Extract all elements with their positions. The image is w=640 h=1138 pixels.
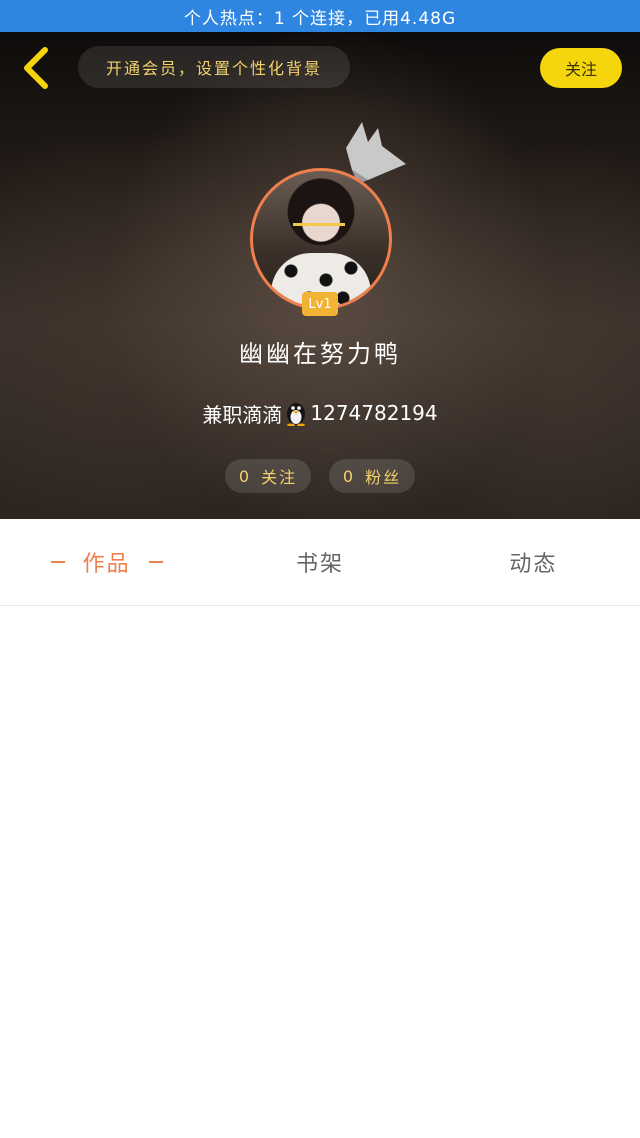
follow-button[interactable]: 关注: [540, 48, 622, 88]
chevron-left-icon: [24, 47, 48, 89]
bio-prefix: 兼职滴滴: [202, 402, 283, 427]
tab-activity-label: 动态: [509, 552, 558, 577]
level-badge: Lv1: [302, 292, 338, 316]
status-bar: 个人热点：1 个连接，已用4.48G: [0, 0, 640, 32]
following-label: 关注: [261, 468, 298, 487]
avatar-accent-line: [293, 223, 345, 226]
tab-content: [0, 606, 640, 1138]
vip-banner-text: 开通会员，设置个性化背景: [105, 59, 322, 78]
following-count: 0: [238, 466, 252, 486]
profile-tabs: 作品 书架 动态: [0, 519, 640, 606]
vip-background-banner[interactable]: 开通会员，设置个性化背景: [78, 46, 350, 88]
avatar[interactable]: [250, 168, 392, 310]
bio-number: 1274782194: [310, 401, 438, 425]
following-count-button[interactable]: 0 关注: [225, 459, 311, 493]
profile-bio: 兼职滴滴 1274782194: [0, 396, 640, 430]
back-button[interactable]: [14, 46, 58, 90]
status-bar-text: 个人热点：1 个连接，已用4.48G: [183, 8, 457, 29]
stats-row: 0 关注 0 粉丝: [0, 459, 640, 493]
followers-count-button[interactable]: 0 粉丝: [329, 459, 415, 493]
username: 幽幽在努力鸭: [239, 340, 401, 368]
tab-indicator-right: [148, 561, 163, 563]
tab-works-label: 作品: [82, 552, 131, 577]
tab-indicator-left: [50, 561, 65, 563]
followers-count: 0: [342, 466, 356, 486]
tab-bookshelf-label: 书架: [295, 552, 344, 577]
follow-button-label: 关注: [564, 60, 597, 79]
tab-activity[interactable]: 动态: [427, 519, 640, 605]
tab-works[interactable]: 作品: [0, 519, 213, 605]
tab-bookshelf[interactable]: 书架: [213, 519, 426, 605]
level-text: Lv1: [308, 296, 332, 312]
profile-header: 开通会员，设置个性化背景 关注 Lv1 幽幽在努力鸭 兼职滴滴 12747821…: [0, 32, 640, 519]
penguin-icon: [287, 403, 306, 426]
followers-label: 粉丝: [365, 468, 402, 487]
